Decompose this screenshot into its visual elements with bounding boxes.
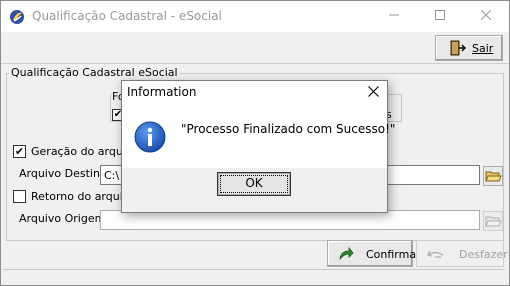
maximize-icon	[435, 10, 445, 20]
folder-open-icon	[485, 171, 502, 182]
exit-door-icon	[450, 40, 466, 56]
folder-open-icon	[485, 216, 502, 227]
title-bar[interactable]: Qualificação Cadastral - eSocial	[1, 1, 509, 32]
confirmar-button[interactable]: Confirmar	[327, 240, 421, 267]
arquivo-origem-label: Arquivo Origem	[19, 212, 106, 225]
origem-browse-button[interactable]	[483, 211, 503, 231]
close-window-button[interactable]	[463, 1, 509, 32]
desfazer-label: Desfazer	[459, 248, 508, 261]
geracao-checkbox[interactable]: ✔	[13, 145, 26, 158]
desfazer-button[interactable]: Desfazer	[416, 240, 508, 267]
ok-button[interactable]: OK	[217, 172, 291, 196]
destino-browse-button[interactable]	[483, 166, 503, 186]
close-icon	[367, 86, 379, 97]
confirmar-label: Confirmar	[366, 248, 421, 261]
arquivo-origem-input[interactable]	[100, 210, 480, 230]
undo-icon	[427, 246, 445, 262]
dialog-message: "Processo Finalizado com Sucesso!"	[181, 122, 396, 136]
ok-focus-ring	[220, 175, 288, 193]
sair-label: Sair	[472, 42, 494, 55]
sair-button[interactable]: Sair	[435, 35, 503, 61]
confirm-arrow-icon	[338, 246, 354, 262]
maximize-button[interactable]	[417, 1, 463, 32]
information-icon	[134, 121, 166, 153]
arquivo-destino-label: Arquivo Destino	[19, 167, 107, 180]
retorno-checkbox[interactable]	[13, 190, 26, 203]
dialog-title: Information	[127, 85, 197, 99]
dialog-body: "Processo Finalizado com Sucesso!"	[122, 103, 395, 168]
minimize-icon	[389, 14, 399, 16]
minimize-button[interactable]	[371, 1, 417, 32]
dialog-close-button[interactable]	[362, 82, 384, 102]
window-title: Qualificação Cadastral - eSocial	[32, 9, 222, 23]
group-title: Qualificação Cadastral eSocial	[9, 66, 180, 79]
status-bar	[3, 269, 505, 283]
toolbar	[1, 32, 509, 64]
dialog-title-bar[interactable]: Information	[122, 81, 387, 103]
information-dialog: Information "Processo Finalizado com Suc…	[121, 80, 395, 213]
close-icon	[480, 9, 492, 21]
esocial-app-icon	[9, 9, 25, 25]
